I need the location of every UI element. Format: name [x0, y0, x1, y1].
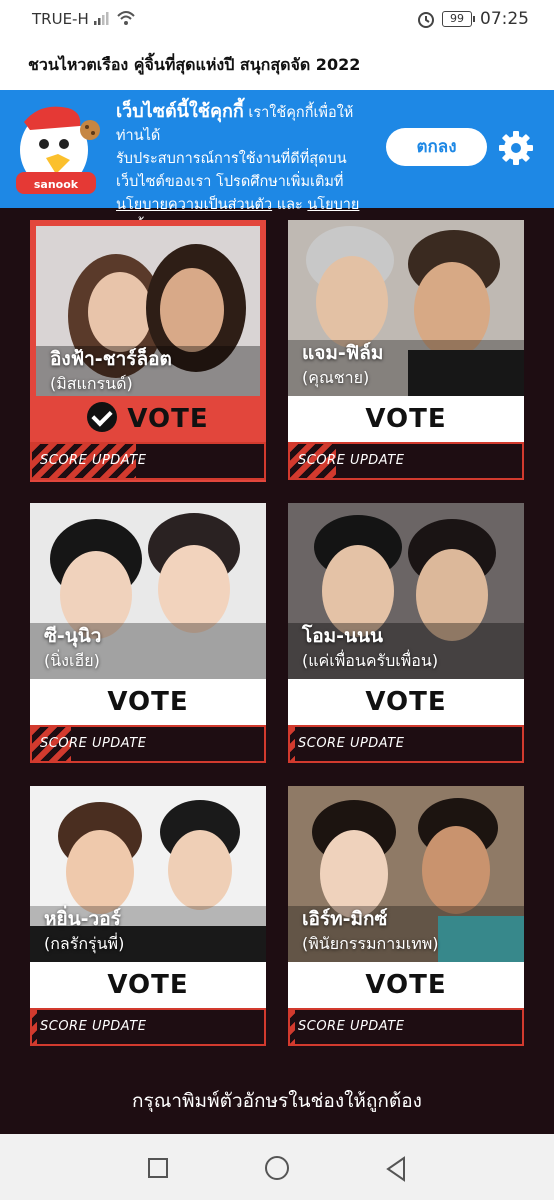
- signal-icon: [94, 12, 109, 25]
- captcha-prompt: กรุณาพิมพ์ตัวอักษรในช่องให้ถูกต้อง: [132, 1090, 422, 1112]
- candidate-name: โอม-นนน: [302, 625, 383, 647]
- vote-label: VOTE: [127, 404, 209, 434]
- battery-indicator: 99: [442, 11, 475, 27]
- score-update-label: SCORE UPDATE: [298, 1019, 405, 1034]
- score-update-label: SCORE UPDATE: [40, 1019, 147, 1034]
- candidate-show: (กลรักรุ่นพี่): [44, 934, 125, 953]
- candidate-photo: แจม-ฟิล์ม (คุณชาย): [288, 220, 524, 396]
- gear-icon[interactable]: [498, 130, 534, 166]
- score-fill: [290, 1010, 295, 1044]
- page-title: ชวนไหวตเรือง คู่จิ้นที่สุดแห่งปี สนุกสุด…: [28, 55, 361, 74]
- candidate-card[interactable]: เอิร์ท-มิกซ์ (พินัยกรรมกามเทพ) VOTE SCOR…: [288, 786, 524, 1046]
- sanook-mascot-logo: sanook: [16, 106, 100, 194]
- candidate-name: หยิ่น-วอร์: [44, 908, 121, 930]
- candidate-show: (นิ่งเฮีย): [44, 651, 100, 670]
- candidate-card[interactable]: อิงฟ้า-ชาร์ล็อต (มิสแกรนด์) VOTE SCORE U…: [30, 220, 266, 482]
- candidate-name: อิงฟ้า-ชาร์ล็อต: [50, 348, 172, 370]
- score-update-bar: SCORE UPDATE: [288, 1008, 524, 1046]
- vote-button[interactable]: VOTE: [288, 396, 524, 442]
- page-header: ชวนไหวตเรือง คู่จิ้นที่สุดแห่งปี สนุกสุด…: [0, 40, 554, 90]
- cookie-text-2: รับประสบการณ์การใช้งานที่ดีที่สุดบน: [116, 151, 347, 167]
- cookie-lead: เว็บไซต์นี้ใช้คุกกี้: [116, 101, 244, 122]
- score-update-bar: SCORE UPDATE: [30, 442, 266, 480]
- candidate-photo: ซี-นุนิว (นิ่งเฮีย): [30, 503, 266, 679]
- alarm-icon: [418, 12, 434, 28]
- privacy-policy-link[interactable]: นโยบายความเป็นส่วนตัว: [116, 197, 272, 213]
- candidate-card[interactable]: หยิ่น-วอร์ (กลรักรุ่นพี่) VOTE SCORE UPD…: [30, 786, 266, 1046]
- vote-button[interactable]: VOTE: [30, 679, 266, 725]
- score-update-bar: SCORE UPDATE: [30, 725, 266, 763]
- candidate-show: (แค่เพื่อนครับเพื่อน): [302, 651, 439, 670]
- cookie-and: และ: [272, 197, 308, 213]
- check-icon: [87, 402, 118, 432]
- candidate-name: แจม-ฟิล์ม: [302, 342, 384, 364]
- score-update-bar: SCORE UPDATE: [30, 1008, 266, 1046]
- candidate-name: ซี-นุนิว: [44, 625, 102, 647]
- candidate-photo: หยิ่น-วอร์ (กลรักรุ่นพี่): [30, 786, 266, 962]
- cookie-text-3: เว็บไซต์ของเรา โปรดศึกษาเพิ่มเติมที่: [116, 174, 344, 190]
- vote-button[interactable]: VOTE: [288, 962, 524, 1008]
- system-nav-bar: [0, 1134, 554, 1200]
- vote-button[interactable]: VOTE: [30, 962, 266, 1008]
- candidate-card[interactable]: แจม-ฟิล์ม (คุณชาย) VOTE SCORE UPDATE: [288, 220, 524, 480]
- candidate-show: (คุณชาย): [302, 368, 370, 387]
- clock: 07:25: [480, 9, 529, 29]
- vote-button[interactable]: VOTE: [30, 396, 266, 442]
- status-bar: TRUE-H 99 07:25: [0, 0, 554, 40]
- candidate-photo: เอิร์ท-มิกซ์ (พินัยกรรมกามเทพ): [288, 786, 524, 962]
- score-update-bar: SCORE UPDATE: [288, 442, 524, 480]
- score-update-label: SCORE UPDATE: [40, 736, 147, 751]
- score-update-bar: SCORE UPDATE: [288, 725, 524, 763]
- carrier-label: TRUE-H: [32, 10, 89, 28]
- candidate-photo: โอม-นนน (แค่เพื่อนครับเพื่อน): [288, 503, 524, 679]
- score-update-label: SCORE UPDATE: [298, 736, 405, 751]
- cookie-banner: sanook เว็บไซต์นี้ใช้คุกกี้ เราใช้คุกกี้…: [0, 90, 554, 236]
- wifi-icon: [117, 11, 135, 25]
- back-icon[interactable]: [384, 1156, 408, 1182]
- candidate-photo: อิงฟ้า-ชาร์ล็อต (มิสแกรนด์): [30, 220, 266, 396]
- cookie-message: เว็บไซต์นี้ใช้คุกกี้ เราใช้คุกกี้เพื่อให…: [116, 100, 380, 240]
- recents-icon[interactable]: [148, 1158, 168, 1178]
- score-update-label: SCORE UPDATE: [298, 453, 405, 468]
- home-icon[interactable]: [265, 1156, 289, 1180]
- accept-cookies-button[interactable]: ตกลง: [386, 128, 487, 166]
- vote-button[interactable]: VOTE: [288, 679, 524, 725]
- score-fill: [32, 1010, 37, 1044]
- candidate-show: (พินัยกรรมกามเทพ): [302, 934, 439, 953]
- score-update-label: SCORE UPDATE: [40, 453, 147, 468]
- candidate-show: (มิสแกรนด์): [50, 374, 133, 393]
- svg-text:sanook: sanook: [34, 178, 79, 191]
- candidate-name: เอิร์ท-มิกซ์: [302, 908, 388, 930]
- candidate-card[interactable]: ซี-นุนิว (นิ่งเฮีย) VOTE SCORE UPDATE: [30, 503, 266, 763]
- candidate-card[interactable]: โอม-นนน (แค่เพื่อนครับเพื่อน) VOTE SCORE…: [288, 503, 524, 763]
- score-fill: [290, 727, 295, 761]
